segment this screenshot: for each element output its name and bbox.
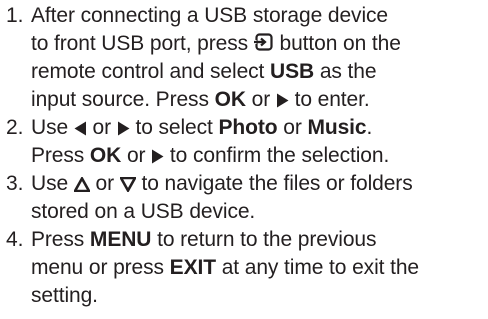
key-label: MENU bbox=[89, 228, 152, 251]
key-label: OK bbox=[214, 88, 246, 111]
step-line: input source. Press OK or to enter. bbox=[31, 86, 484, 114]
down-arrow-icon bbox=[119, 177, 136, 192]
text-run: or bbox=[121, 144, 152, 167]
right-arrow-icon bbox=[276, 93, 289, 108]
left-arrow-icon bbox=[74, 121, 87, 136]
text-run: button on the bbox=[273, 32, 401, 55]
up-arrow-icon bbox=[73, 177, 90, 192]
text-run: . bbox=[366, 116, 373, 139]
right-arrow-icon bbox=[151, 149, 164, 164]
step-line: Use or to select Photo or Music. bbox=[31, 114, 484, 142]
step-text: Use or to select Photo or Music. Press OK… bbox=[31, 114, 484, 170]
text-run: to confirm the selection. bbox=[164, 144, 390, 167]
text-run: to front USB port, press bbox=[31, 32, 254, 55]
text-run: Press bbox=[31, 144, 90, 167]
list-item: 1. After connecting a USB storage device t… bbox=[6, 2, 484, 114]
step-text: Use or to navigate the files or folders s… bbox=[31, 170, 484, 226]
step-line: setting. bbox=[31, 282, 484, 310]
list-item: 3. Use or to navigate the files or folder… bbox=[6, 170, 484, 226]
text-run: to enter. bbox=[288, 88, 370, 111]
step-line: Press MENU to return to the previous bbox=[31, 226, 484, 254]
key-label: EXIT bbox=[169, 256, 216, 279]
step-number: 4. bbox=[6, 228, 24, 251]
key-label: Music bbox=[307, 116, 367, 139]
list-item: 2. Use or to select Photo or Music. Press … bbox=[6, 114, 484, 170]
step-line: stored on a USB device. bbox=[31, 198, 484, 226]
text-run: input source. Press bbox=[31, 88, 215, 111]
text-run: to navigate the files or folders bbox=[135, 172, 413, 195]
list-item: 4. Press MENU to return to the previous me… bbox=[6, 226, 484, 310]
text-run: Use bbox=[31, 116, 74, 139]
step-text: After connecting a USB storage device to … bbox=[31, 2, 484, 114]
step-number: 2. bbox=[6, 116, 24, 139]
text-run: as the bbox=[314, 60, 377, 83]
text-run: stored on a USB device. bbox=[31, 200, 256, 223]
text-run: Use bbox=[31, 172, 74, 195]
text-run: Press bbox=[31, 228, 90, 251]
step-line: to front USB port, press button on the bbox=[31, 30, 484, 58]
step-line: Use or to navigate the files or folders bbox=[31, 170, 484, 198]
step-number: 1. bbox=[6, 4, 24, 27]
step-line: After connecting a USB storage device bbox=[31, 2, 484, 30]
key-label: Photo bbox=[218, 116, 278, 139]
input-source-icon bbox=[253, 32, 274, 52]
text-run: remote control and select bbox=[31, 60, 271, 83]
step-text: Press MENU to return to the previous menu… bbox=[31, 226, 484, 310]
text-run: or bbox=[86, 116, 117, 139]
text-run: or bbox=[89, 172, 120, 195]
text-run: or bbox=[277, 116, 308, 139]
key-label: USB bbox=[270, 60, 315, 83]
text-run: or bbox=[245, 88, 276, 111]
text-run: at any time to exit the bbox=[215, 256, 419, 279]
text-run: menu or press bbox=[31, 256, 170, 279]
text-run: setting. bbox=[31, 284, 98, 307]
step-line: menu or press EXIT at any time to exit t… bbox=[31, 254, 484, 282]
step-line: Press OK or to confirm the selection. bbox=[31, 142, 484, 170]
step-line: remote control and select USB as the bbox=[31, 58, 484, 86]
key-label: OK bbox=[89, 144, 122, 167]
step-number: 3. bbox=[6, 172, 24, 195]
right-arrow-icon bbox=[117, 121, 130, 136]
text-run: to select bbox=[129, 116, 219, 139]
text-run: to return to the previous bbox=[151, 228, 377, 251]
text-run: After connecting a USB storage device bbox=[31, 4, 389, 27]
instruction-list: 1. After connecting a USB storage device t… bbox=[0, 0, 488, 319]
